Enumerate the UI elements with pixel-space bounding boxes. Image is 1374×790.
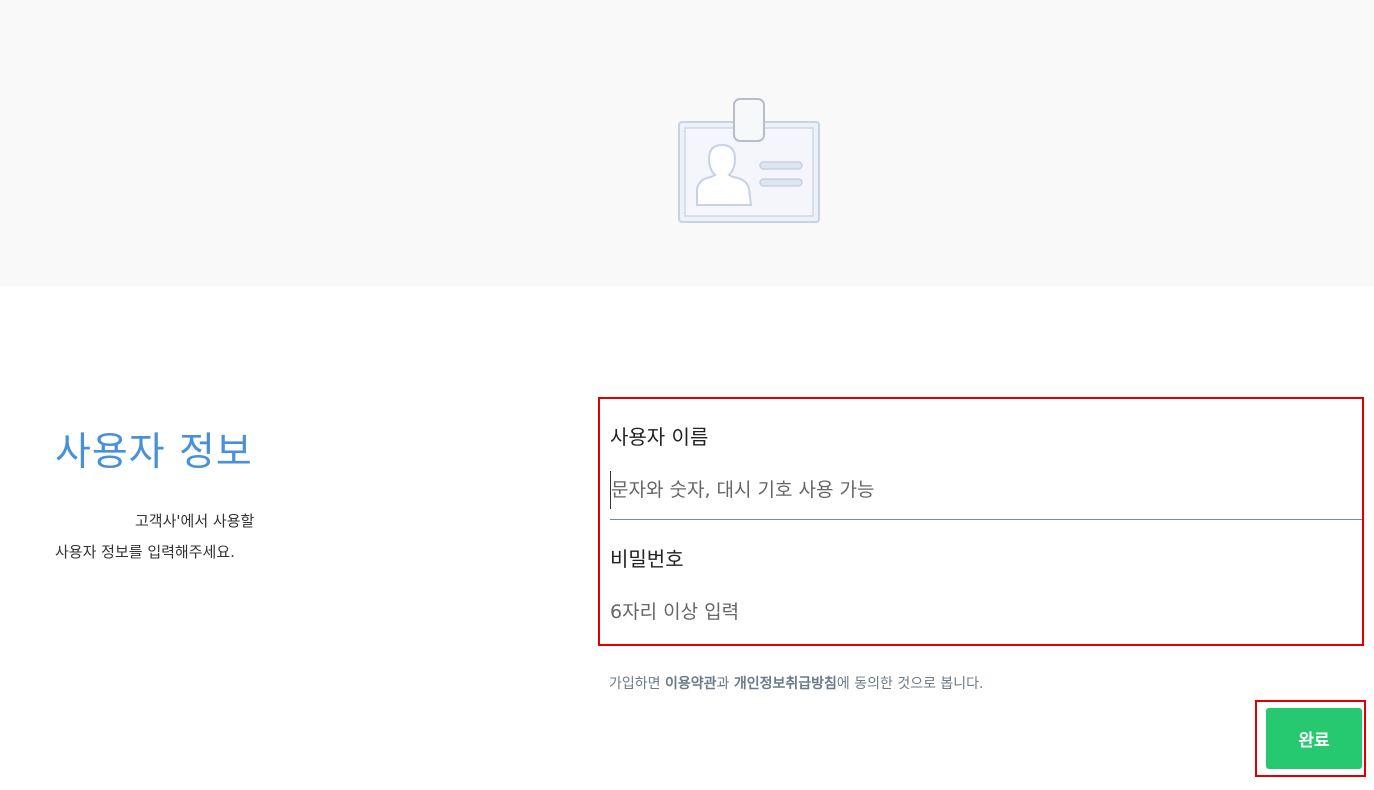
password-label: 비밀번호 xyxy=(610,547,684,571)
terms-notice: 가입하면 이용약관과 개인정보취급방침에 동의한 것으로 봅니다. xyxy=(609,673,984,693)
terms-middle: 과 xyxy=(716,676,734,692)
username-input[interactable] xyxy=(610,471,1363,509)
intro-description: 고객사'에서 사용할 사용자 정보를 입력해주세요. xyxy=(55,506,515,568)
page-title: 사용자 정보 xyxy=(55,430,253,475)
signup-form: 사용자 이름 비밀번호 xyxy=(598,397,1364,646)
id-card-icon xyxy=(678,98,820,223)
password-input[interactable] xyxy=(610,593,1362,631)
submit-highlight: 완료 xyxy=(1255,700,1366,777)
intro-desc-line2: 사용자 정보를 입력해주세요. xyxy=(55,543,235,561)
hero-banner xyxy=(0,0,1374,286)
field-divider xyxy=(610,519,1362,520)
terms-suffix: 에 동의한 것으로 봅니다. xyxy=(836,676,984,692)
terms-prefix: 가입하면 xyxy=(609,676,665,692)
submit-button[interactable]: 완료 xyxy=(1266,708,1362,769)
terms-of-service-link[interactable]: 이용약관 xyxy=(665,676,717,692)
intro-section: 사용자 정보 고객사'에서 사용할 사용자 정보를 입력해주세요. xyxy=(55,426,515,568)
intro-desc-line1: 고객사'에서 사용할 xyxy=(135,512,255,530)
username-label: 사용자 이름 xyxy=(610,425,709,449)
privacy-policy-link[interactable]: 개인정보취급방침 xyxy=(734,676,837,692)
